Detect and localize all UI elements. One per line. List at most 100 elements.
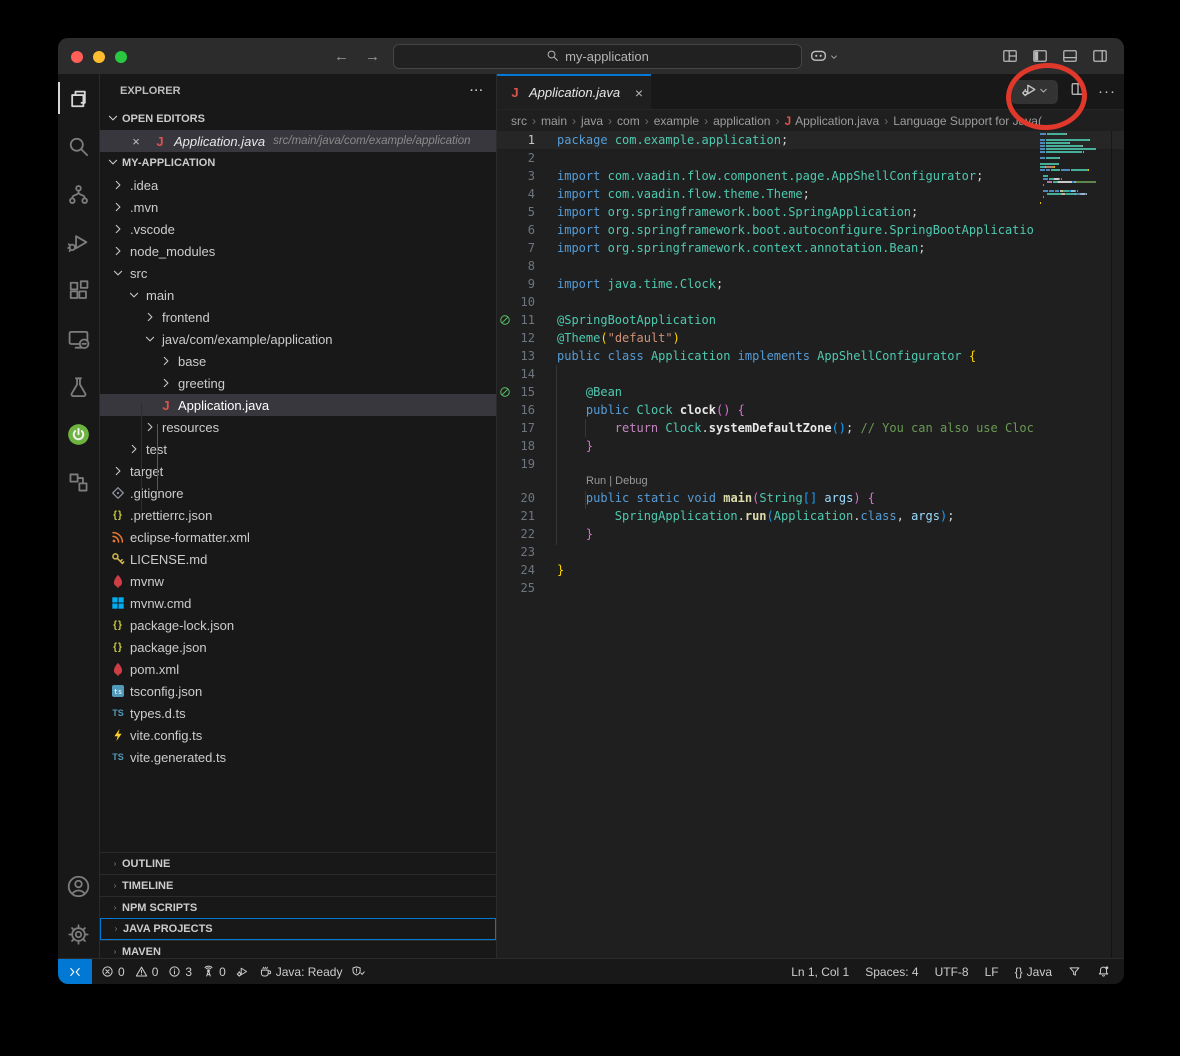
status-run-status[interactable] xyxy=(236,965,249,978)
minimap[interactable] xyxy=(1040,133,1112,253)
tree-item-greeting[interactable]: greeting xyxy=(100,372,496,394)
tree-item--vscode[interactable]: .vscode xyxy=(100,218,496,240)
project-root-header[interactable]: MY-APPLICATION xyxy=(100,152,496,174)
status-problems-info[interactable]: 3 xyxy=(168,965,192,979)
tree-item-main[interactable]: main xyxy=(100,284,496,306)
tree-item-node-modules[interactable]: node_modules xyxy=(100,240,496,262)
breadcrumb-item[interactable]: JApplication.java xyxy=(784,114,879,128)
codelens-run-debug[interactable]: Run | Debug xyxy=(497,473,1124,489)
section-maven[interactable]: MAVEN xyxy=(100,940,496,958)
toggle-panel-icon[interactable] xyxy=(1062,48,1078,64)
tree-item-target[interactable]: target xyxy=(100,460,496,482)
breadcrumb-item[interactable]: src xyxy=(511,114,527,128)
activity-settings[interactable] xyxy=(58,910,100,958)
activity-remote-explorer[interactable] xyxy=(58,314,100,362)
tree-item-resources[interactable]: resources xyxy=(100,416,496,438)
section-outline[interactable]: OUTLINE xyxy=(100,852,496,874)
tree-item--idea[interactable]: .idea xyxy=(100,174,496,196)
tree-item-pom-xml[interactable]: pom.xml xyxy=(100,658,496,680)
section-npm-scripts[interactable]: NPM SCRIPTS xyxy=(100,896,496,918)
toggle-secondary-sidebar-icon[interactable] xyxy=(1092,48,1108,64)
tree-item-application-java[interactable]: JApplication.java xyxy=(100,394,496,416)
status-problems-warnings[interactable]: 0 xyxy=(135,965,159,979)
command-center-search[interactable]: my-application xyxy=(393,44,802,69)
code-line-18: 18 } xyxy=(497,437,1124,455)
breadcrumb-item[interactable]: example xyxy=(654,114,699,128)
status-encoding[interactable]: UTF-8 xyxy=(935,965,969,979)
code-token: Clock xyxy=(665,421,701,435)
spring-bean-icon[interactable] xyxy=(497,386,513,398)
activity-extensions[interactable] xyxy=(58,266,100,314)
open-editors-header[interactable]: OPEN EDITORS xyxy=(100,108,496,130)
activity-testing[interactable] xyxy=(58,362,100,410)
tree-item-base[interactable]: base xyxy=(100,350,496,372)
activity-run-and-debug[interactable] xyxy=(58,218,100,266)
spring-bean-icon[interactable] xyxy=(497,314,513,326)
activity-java-projects[interactable] xyxy=(58,458,100,506)
status-forwarded-ports[interactable]: 0 xyxy=(202,965,226,979)
activity-search[interactable] xyxy=(58,122,100,170)
code-token: Application xyxy=(651,349,730,363)
code-editor[interactable]: 1package com.example.application;23impor… xyxy=(497,131,1124,958)
section-java-projects[interactable]: JAVA PROJECTS xyxy=(100,918,496,940)
source-control-icon xyxy=(67,183,90,206)
tree-item-test[interactable]: test xyxy=(100,438,496,460)
breadcrumb-item[interactable]: com xyxy=(617,114,640,128)
zoom-window-button[interactable] xyxy=(115,51,127,63)
remote-indicator[interactable] xyxy=(58,959,92,984)
close-window-button[interactable] xyxy=(71,51,83,63)
editor-scrollbar[interactable] xyxy=(1111,131,1124,958)
go-forward-button[interactable]: → xyxy=(365,48,380,65)
section-timeline[interactable]: TIMELINE xyxy=(100,874,496,896)
minimize-window-button[interactable] xyxy=(93,51,105,63)
status-filter-indicator[interactable] xyxy=(1068,965,1081,978)
breadcrumb-item[interactable]: java xyxy=(581,114,603,128)
more-actions-icon[interactable]: ··· xyxy=(1098,83,1116,100)
tree-item-tsconfig-json[interactable]: tstsconfig.json xyxy=(100,680,496,702)
customize-layout-icon[interactable] xyxy=(1002,48,1018,64)
copilot-menu-button[interactable] xyxy=(810,47,839,69)
status-eol[interactable]: LF xyxy=(985,965,999,979)
tree-item-mvnw-cmd[interactable]: mvnw.cmd xyxy=(100,592,496,614)
status-java-status[interactable]: Java: Ready xyxy=(259,965,343,979)
tree-item-license-md[interactable]: LICENSE.md xyxy=(100,548,496,570)
minimap-line xyxy=(1083,151,1084,153)
code-token xyxy=(644,349,651,363)
tree-item--gitignore[interactable]: .gitignore xyxy=(100,482,496,504)
code-line-6: 6import org.springframework.boot.autocon… xyxy=(497,221,1124,239)
status-security-status[interactable] xyxy=(352,965,365,978)
more-actions-icon[interactable]: ··· xyxy=(470,85,484,97)
tree-item-vite-generated-ts[interactable]: TSvite.generated.ts xyxy=(100,746,496,768)
status-cursor-position[interactable]: Ln 1, Col 1 xyxy=(791,965,849,979)
close-editor-icon[interactable]: × xyxy=(128,134,144,149)
code-token: @SpringBootApplication xyxy=(557,313,716,327)
tree-item-vite-config-ts[interactable]: vite.config.ts xyxy=(100,724,496,746)
activity-accounts[interactable] xyxy=(58,862,100,910)
tree-item-frontend[interactable]: frontend xyxy=(100,306,496,328)
activity-source-control[interactable] xyxy=(58,170,100,218)
toggle-primary-sidebar-icon[interactable] xyxy=(1032,48,1048,64)
tree-item-package-lock-json[interactable]: {}package-lock.json xyxy=(100,614,496,636)
breadcrumb-separator: › xyxy=(884,114,888,128)
tree-item-mvnw[interactable]: mvnw xyxy=(100,570,496,592)
tree-item--mvn[interactable]: .mvn xyxy=(100,196,496,218)
tree-item-eclipse-formatter-xml[interactable]: eclipse-formatter.xml xyxy=(100,526,496,548)
breadcrumb-item[interactable]: application xyxy=(713,114,770,128)
tree-item-src[interactable]: src xyxy=(100,262,496,284)
activity-spring-boot-dashboard[interactable] xyxy=(58,410,100,458)
status-indentation[interactable]: Spaces: 4 xyxy=(865,965,918,979)
status-problems-errors[interactable]: 0 xyxy=(101,965,125,979)
activity-explorer[interactable] xyxy=(58,74,100,122)
bolt-file-icon xyxy=(110,727,126,743)
tree-item-types-d-ts[interactable]: TStypes.d.ts xyxy=(100,702,496,724)
go-back-button[interactable]: ← xyxy=(334,48,349,65)
breadcrumb-item[interactable]: main xyxy=(541,114,567,128)
tree-item--prettierrc-json[interactable]: {}.prettierrc.json xyxy=(100,504,496,526)
status-notifications[interactable] xyxy=(1097,965,1110,978)
tree-item-package-json[interactable]: {}package.json xyxy=(100,636,496,658)
close-tab-icon[interactable]: × xyxy=(635,85,643,101)
open-editor-application-java[interactable]: × J Application.java src/main/java/com/e… xyxy=(100,130,496,152)
tree-item-java-com-example-application[interactable]: java/com/example/application xyxy=(100,328,496,350)
tab-application-java[interactable]: J Application.java × xyxy=(497,74,651,109)
status-language-mode[interactable]: {}Java xyxy=(1015,965,1052,979)
